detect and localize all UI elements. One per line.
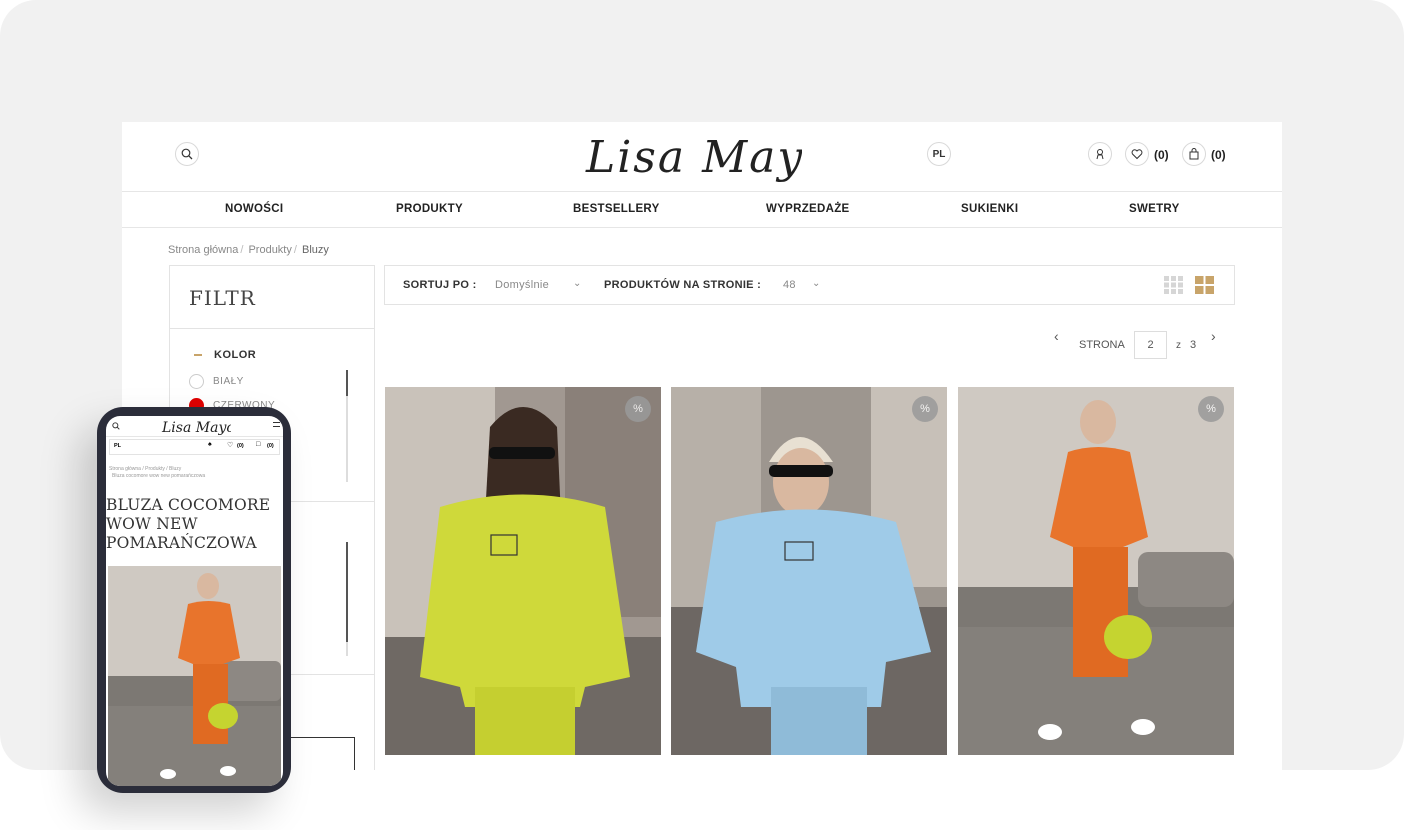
language-label: PL (932, 148, 946, 160)
discount-badge: % (625, 396, 651, 422)
site-header: Lisa Mayo. PL (0) (0) (122, 122, 1282, 192)
chevron-down-icon[interactable]: ⌄ (573, 278, 581, 289)
main-nav: NOWOŚCI PRODUKTY BESTSELLERY WYPRZEDAŻE … (122, 192, 1282, 228)
brand-logo[interactable]: Lisa Mayo. (582, 128, 802, 186)
product-card[interactable] (671, 387, 947, 755)
chevron-down-icon[interactable]: ⌄ (812, 278, 820, 289)
breadcrumb-current: Bluzy (302, 244, 329, 256)
nav-item-swetry[interactable]: SWETRY (1129, 203, 1180, 215)
phone-breadcrumb-product: Bluza cocomore wow new pomarańczowa (112, 473, 206, 479)
pager-label: STRONA (1079, 339, 1125, 351)
product-image[interactable] (108, 566, 281, 786)
scrollbar-thumb[interactable] (346, 542, 348, 642)
grid-small-icon[interactable] (1164, 276, 1183, 294)
sort-label: SORTUJ PO : (403, 279, 477, 291)
breadcrumb-home[interactable]: Strona główna (168, 244, 238, 256)
discount-badge: % (1198, 396, 1224, 422)
filter-input-box[interactable] (290, 737, 355, 770)
breadcrumb-category[interactable]: Bluzy (169, 466, 181, 472)
language-button[interactable]: PL (927, 142, 951, 166)
phone-divider (106, 436, 283, 437)
collapse-icon[interactable] (194, 354, 202, 356)
breadcrumb: Strona główna / Produkty / Bluzy (168, 244, 329, 256)
user-badge-icon[interactable]: ♠ (208, 441, 212, 448)
sort-select[interactable]: Domyślnie (495, 279, 549, 291)
search-button[interactable] (175, 142, 199, 166)
scrollbar-thumb[interactable] (346, 370, 348, 396)
nav-item-bestsellery[interactable]: BESTSELLERY (573, 203, 660, 215)
shopping-bag-icon[interactable]: □ (256, 441, 260, 448)
breadcrumb-home[interactable]: Strona główna (109, 466, 141, 472)
product-image[interactable] (958, 387, 1234, 755)
phone-breadcrumb: Strona główna / Produkty / Bluzy (109, 466, 182, 472)
cart-count: (0) (1211, 148, 1226, 162)
sort-bar: SORTUJ PO : Domyślnie ⌄ PRODUKTÓW NA STR… (384, 265, 1235, 305)
product-image[interactable] (671, 387, 947, 755)
nav-item-produkty[interactable]: PRODUKTY (396, 203, 463, 215)
next-page-icon[interactable]: › (1211, 328, 1216, 344)
page-input[interactable]: 2 (1134, 331, 1167, 359)
pager-of: z (1176, 340, 1181, 351)
per-page-select[interactable]: 48 (783, 279, 796, 291)
heart-icon (1131, 149, 1143, 160)
language-label[interactable]: PL (114, 443, 121, 449)
wishlist-count: (0) (1154, 148, 1169, 162)
per-page-label: PRODUKTÓW NA STRONIE : (604, 279, 762, 291)
shopping-bag-icon (1189, 148, 1199, 160)
pager-total: 3 (1190, 339, 1197, 351)
heart-icon[interactable]: ♡ (227, 441, 233, 449)
nav-item-nowosci[interactable]: NOWOŚCI (225, 203, 283, 215)
product-card[interactable] (958, 387, 1234, 755)
product-title: BLUZA COCOMORE WOW NEW POMARAŃCZOWA (106, 496, 271, 552)
product-image[interactable] (385, 387, 661, 755)
phone-screen: Lisa Mayo. PL ♠ ♡ (0) □ (0) Strona główn… (106, 416, 283, 786)
discount-badge: % (912, 396, 938, 422)
color-label-white[interactable]: BIAŁY (213, 376, 244, 387)
breadcrumb-products[interactable]: Produkty (248, 244, 291, 256)
search-icon[interactable] (112, 422, 120, 430)
filter-kolor-heading[interactable]: KOLOR (214, 349, 256, 361)
search-icon (181, 148, 193, 160)
svg-text:Lisa Mayo.: Lisa Mayo. (585, 132, 802, 183)
menu-icon[interactable] (273, 422, 280, 427)
wishlist-count: (0) (237, 443, 244, 449)
nav-item-wyprzedaze[interactable]: WYPRZEDAŻE (766, 203, 850, 215)
svg-text:Lisa Mayo.: Lisa Mayo. (161, 420, 231, 436)
product-card[interactable] (385, 387, 661, 755)
phone-toolbar: PL ♠ ♡ (0) □ (0) (109, 439, 280, 455)
user-badge-icon (1096, 149, 1104, 160)
divider (170, 328, 374, 329)
prev-page-icon[interactable]: ‹ (1054, 328, 1059, 344)
cart-button[interactable] (1182, 142, 1206, 166)
wishlist-button[interactable] (1125, 142, 1149, 166)
color-swatch-white[interactable] (189, 374, 204, 389)
nav-item-sukienki[interactable]: SUKIENKI (961, 203, 1018, 215)
grid-large-icon[interactable] (1195, 276, 1214, 294)
filter-title: FILTR (189, 286, 256, 310)
brand-logo[interactable]: Lisa Mayo. (161, 417, 231, 437)
cart-count: (0) (267, 443, 274, 449)
breadcrumb-products[interactable]: Produkty (145, 466, 165, 472)
shop-window: Lisa Mayo. PL (0) (0) NOWOŚCI PRODUKTY B… (122, 122, 1282, 770)
account-button[interactable] (1088, 142, 1112, 166)
